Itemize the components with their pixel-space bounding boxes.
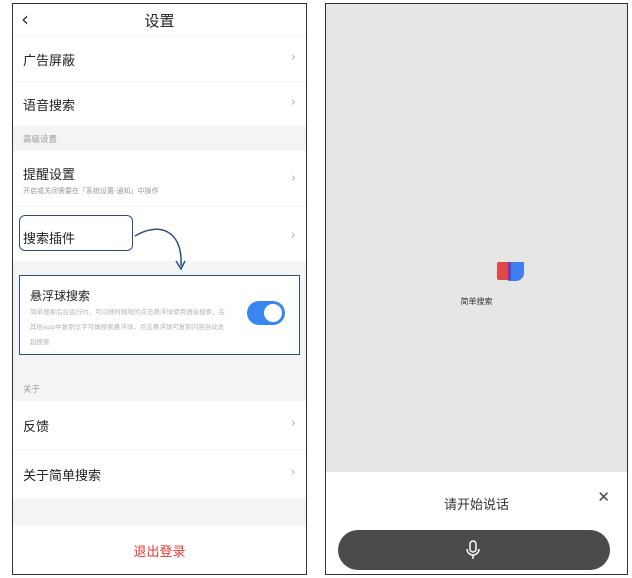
close-icon[interactable]: ✕ — [597, 488, 610, 506]
microphone-icon — [466, 540, 480, 559]
voice-prompt: 请开始说话 — [443, 498, 509, 513]
chevron-right-icon: › — [290, 50, 296, 65]
settings-screen: ‹ 设置 广告屏蔽 › 语音搜索 › 高级设置 提醒设置 开启或关闭需要在「系统… — [12, 3, 307, 575]
settings-item-label: 广告屏蔽 — [23, 54, 76, 69]
floating-ball-toggle[interactable] — [247, 301, 285, 325]
settings-item-voice-search[interactable]: 语音搜索 › — [13, 82, 306, 126]
app-logo-icon — [497, 262, 524, 281]
chevron-right-icon: › — [290, 95, 296, 110]
settings-item-label: 反馈 — [23, 420, 50, 435]
app-name: 简单搜索 — [460, 297, 493, 306]
settings-item-ad-block[interactable]: 广告屏蔽 › — [13, 37, 306, 81]
page-title: 设置 — [144, 12, 175, 30]
settings-item-about[interactable]: 关于简单搜索 › — [13, 450, 306, 498]
section-header-advanced: 高级设置 — [23, 135, 58, 145]
chevron-right-icon: › — [290, 228, 296, 243]
settings-item-label: 提醒设置 — [23, 168, 76, 183]
logout-button[interactable]: 退出登录 — [13, 526, 306, 574]
curved-arrow-icon — [134, 228, 186, 271]
settings-item-label: 关于简单搜索 — [23, 469, 102, 484]
floating-ball-description: 简单搜索后台运行时，可以随时随地的点击悬浮球使用语音搜索，在其他app中复制文字… — [30, 308, 225, 346]
settings-item-reminder[interactable]: 提醒设置 开启或关闭需要在「系统设置-通知」中操作 › — [13, 151, 306, 206]
settings-item-label: 语音搜索 — [23, 99, 76, 114]
toggle-knob — [264, 304, 282, 322]
floating-ball-title: 悬浮球搜索 — [30, 289, 91, 303]
voice-search-screen: 简单搜索 请开始说话 ✕ — [325, 3, 628, 575]
section-header-about: 关于 — [23, 385, 41, 395]
voice-input-panel: 请开始说话 ✕ — [326, 472, 627, 574]
settings-item-feedback[interactable]: 反馈 › — [13, 401, 306, 449]
floating-ball-search-card: 悬浮球搜索 简单搜索后台运行时，可以随时随地的点击悬浮球使用语音搜索，在其他ap… — [19, 275, 300, 355]
settings-item-sublabel: 开启或关闭需要在「系统设置-通知」中操作 — [23, 187, 159, 195]
settings-header: ‹ 设置 — [13, 4, 306, 36]
chevron-right-icon: › — [290, 416, 296, 431]
microphone-button[interactable] — [338, 530, 610, 570]
chevron-right-icon: › — [290, 465, 296, 480]
chevron-right-icon: › — [290, 171, 296, 186]
search-plugin-highlight — [19, 215, 133, 251]
logout-label: 退出登录 — [133, 545, 186, 560]
